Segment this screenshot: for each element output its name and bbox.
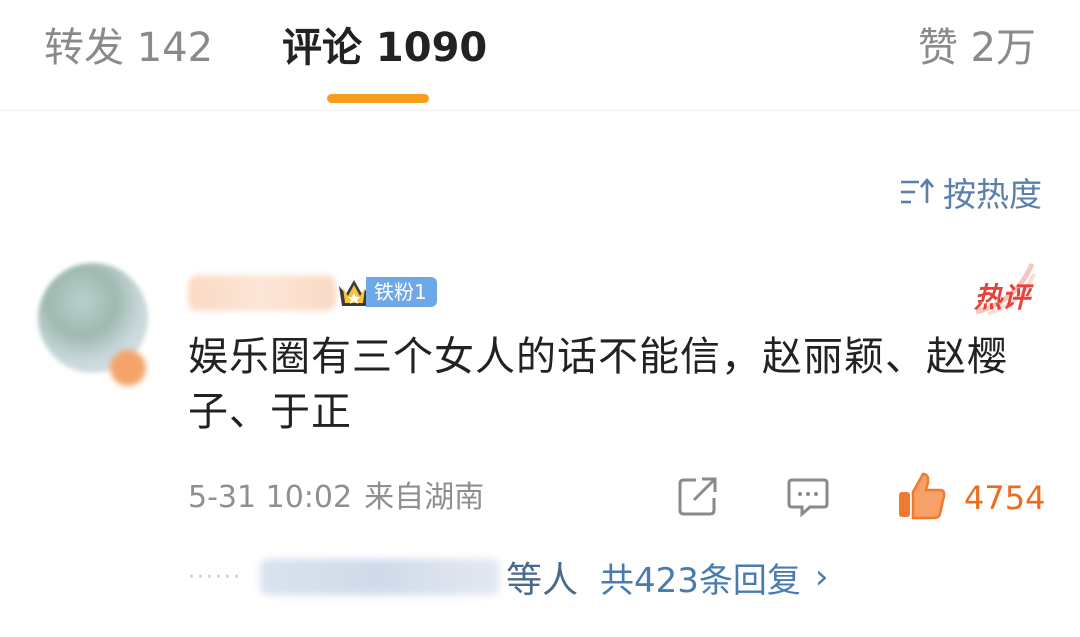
sort-button[interactable]: 按热度: [899, 170, 1042, 214]
fan-badge: 铁粉1: [336, 270, 437, 314]
reply-dots: ······: [188, 564, 242, 590]
comment-icon[interactable]: [786, 474, 830, 522]
reply-names-blurred: [259, 559, 500, 595]
tab-bar: 转发 142 评论 1090 赞 2万: [0, 0, 1080, 111]
like-count: 4754: [964, 479, 1046, 517]
hot-comment-tag: 热评: [946, 262, 1036, 318]
tab-like[interactable]: 赞 2万: [918, 22, 1036, 74]
share-icon[interactable]: [676, 474, 720, 522]
sort-label: 按热度: [943, 175, 1042, 214]
avatar-verified-badge: [110, 350, 146, 386]
chevron-right-icon: ›: [814, 557, 829, 597]
reply-person-suffix: 等人: [505, 560, 578, 601]
comment-location: 来自湖南: [364, 480, 485, 515]
fan-badge-label: 铁粉1: [366, 277, 437, 307]
comment-meta: 5-31 10:02 来自湖南: [188, 476, 484, 520]
tab-repost[interactable]: 转发 142: [44, 22, 213, 74]
hot-tag-label: 热评: [973, 281, 1030, 314]
comment-date: 5-31 10:02: [188, 480, 353, 515]
comment-text: 娱乐圈有三个女人的话不能信，赵丽颖、赵樱子、于正: [188, 334, 1008, 435]
username-blurred[interactable]: [188, 275, 336, 311]
active-tab-indicator: [327, 94, 429, 103]
like-icon[interactable]: [896, 470, 948, 526]
reply-total[interactable]: 共423条回复: [600, 553, 801, 602]
tab-comment[interactable]: 评论 1090: [282, 22, 487, 74]
reply-summary[interactable]: ······ 等人 共423条回复 ›: [188, 552, 829, 602]
sort-icon: [901, 178, 934, 204]
